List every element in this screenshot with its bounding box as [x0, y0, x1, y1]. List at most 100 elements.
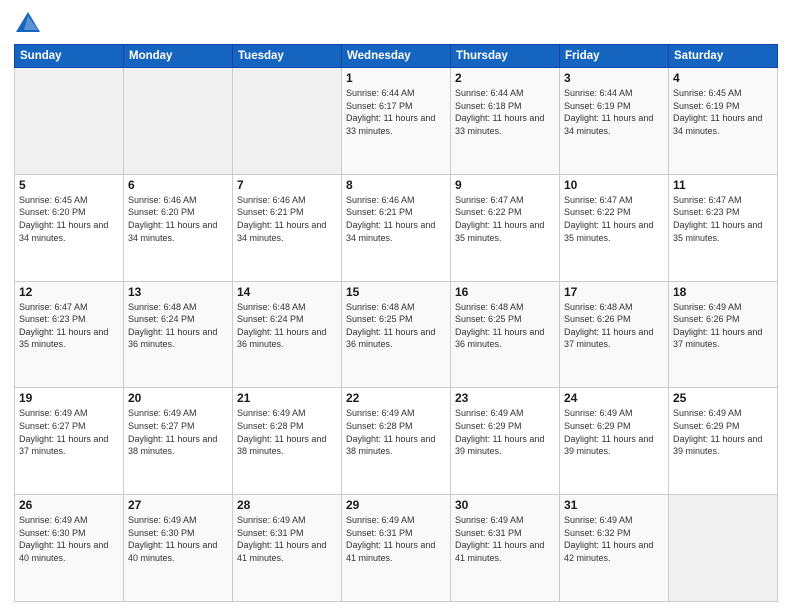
calendar-cell	[124, 68, 233, 175]
day-number: 5	[19, 178, 119, 192]
day-info: Sunrise: 6:47 AMSunset: 6:23 PMDaylight:…	[19, 301, 119, 351]
day-info: Sunrise: 6:49 AMSunset: 6:32 PMDaylight:…	[564, 514, 664, 564]
day-number: 27	[128, 498, 228, 512]
calendar-cell: 30Sunrise: 6:49 AMSunset: 6:31 PMDayligh…	[451, 495, 560, 602]
weekday-wednesday: Wednesday	[342, 45, 451, 68]
calendar-cell: 23 Sunrise: 6:49 AMSunset: 6:29 PMDayligh…	[451, 388, 560, 495]
calendar-cell: 12 Sunrise: 6:47 AMSunset: 6:23 PMDayligh…	[15, 281, 124, 388]
calendar-cell	[15, 68, 124, 175]
day-number: 14	[237, 285, 337, 299]
day-info: Sunrise: 6:47 AMSunset: 6:22 PMDaylight:…	[564, 194, 664, 244]
day-number: 12	[19, 285, 119, 299]
day-number: 31	[564, 498, 664, 512]
week-row-2: 5 Sunrise: 6:45 AMSunset: 6:20 PMDaylight…	[15, 174, 778, 281]
day-info: Sunrise: 6:49 AMSunset: 6:27 PMDaylight:…	[128, 407, 228, 457]
day-number: 13	[128, 285, 228, 299]
day-number: 21	[237, 391, 337, 405]
calendar-cell	[233, 68, 342, 175]
calendar-cell: 6 Sunrise: 6:46 AMSunset: 6:20 PMDaylight…	[124, 174, 233, 281]
day-info: Sunrise: 6:47 AMSunset: 6:23 PMDaylight:…	[673, 194, 773, 244]
calendar-cell: 27Sunrise: 6:49 AMSunset: 6:30 PMDayligh…	[124, 495, 233, 602]
week-row-5: 26 Sunrise: 6:49 AMSunset: 6:30 PMDayligh…	[15, 495, 778, 602]
calendar-cell: 22Sunrise: 6:49 AMSunset: 6:28 PMDayligh…	[342, 388, 451, 495]
weekday-thursday: Thursday	[451, 45, 560, 68]
calendar-cell: 1Sunrise: 6:44 AMSunset: 6:17 PMDaylight…	[342, 68, 451, 175]
calendar-cell: 14 Sunrise: 6:48 AMSunset: 6:24 PMDayligh…	[233, 281, 342, 388]
day-info: Sunrise: 6:44 AMSunset: 6:18 PMDaylight:…	[455, 87, 555, 137]
weekday-saturday: Saturday	[669, 45, 778, 68]
calendar: SundayMondayTuesdayWednesdayThursdayFrid…	[14, 44, 778, 602]
calendar-cell: 31 Sunrise: 6:49 AMSunset: 6:32 PMDayligh…	[560, 495, 669, 602]
calendar-cell: 11 Sunrise: 6:47 AMSunset: 6:23 PMDayligh…	[669, 174, 778, 281]
day-number: 2	[455, 71, 555, 85]
day-info: Sunrise: 6:46 AMSunset: 6:21 PMDaylight:…	[237, 194, 337, 244]
day-info: Sunrise: 6:49 AMSunset: 6:28 PMDaylight:…	[237, 407, 337, 457]
day-number: 26	[19, 498, 119, 512]
day-number: 6	[128, 178, 228, 192]
day-number: 11	[673, 178, 773, 192]
day-number: 25	[673, 391, 773, 405]
weekday-header-row: SundayMondayTuesdayWednesdayThursdayFrid…	[15, 45, 778, 68]
day-info: Sunrise: 6:49 AMSunset: 6:31 PMDaylight:…	[346, 514, 446, 564]
day-info: Sunrise: 6:48 AMSunset: 6:24 PMDaylight:…	[237, 301, 337, 351]
weekday-sunday: Sunday	[15, 45, 124, 68]
calendar-cell: 29 Sunrise: 6:49 AMSunset: 6:31 PMDayligh…	[342, 495, 451, 602]
day-number: 4	[673, 71, 773, 85]
day-info: Sunrise: 6:48 AMSunset: 6:26 PMDaylight:…	[564, 301, 664, 351]
calendar-cell: 9 Sunrise: 6:47 AMSunset: 6:22 PMDaylight…	[451, 174, 560, 281]
calendar-cell: 13 Sunrise: 6:48 AMSunset: 6:24 PMDayligh…	[124, 281, 233, 388]
day-info: Sunrise: 6:48 AMSunset: 6:24 PMDaylight:…	[128, 301, 228, 351]
calendar-cell: 18Sunrise: 6:49 AMSunset: 6:26 PMDayligh…	[669, 281, 778, 388]
day-info: Sunrise: 6:45 AMSunset: 6:19 PMDaylight:…	[673, 87, 773, 137]
day-number: 3	[564, 71, 664, 85]
day-info: Sunrise: 6:49 AMSunset: 6:28 PMDaylight:…	[346, 407, 446, 457]
day-info: Sunrise: 6:44 AMSunset: 6:19 PMDaylight:…	[564, 87, 664, 137]
calendar-cell: 5 Sunrise: 6:45 AMSunset: 6:20 PMDaylight…	[15, 174, 124, 281]
logo-icon	[14, 10, 42, 38]
day-number: 23	[455, 391, 555, 405]
day-number: 15	[346, 285, 446, 299]
day-info: Sunrise: 6:49 AMSunset: 6:27 PMDaylight:…	[19, 407, 119, 457]
day-info: Sunrise: 6:46 AMSunset: 6:21 PMDaylight:…	[346, 194, 446, 244]
day-info: Sunrise: 6:49 AMSunset: 6:30 PMDaylight:…	[19, 514, 119, 564]
calendar-cell: 28Sunrise: 6:49 AMSunset: 6:31 PMDayligh…	[233, 495, 342, 602]
day-number: 28	[237, 498, 337, 512]
day-number: 20	[128, 391, 228, 405]
calendar-cell: 3 Sunrise: 6:44 AMSunset: 6:19 PMDaylight…	[560, 68, 669, 175]
calendar-cell: 24 Sunrise: 6:49 AMSunset: 6:29 PMDayligh…	[560, 388, 669, 495]
calendar-cell	[669, 495, 778, 602]
week-row-1: 1Sunrise: 6:44 AMSunset: 6:17 PMDaylight…	[15, 68, 778, 175]
day-info: Sunrise: 6:49 AMSunset: 6:29 PMDaylight:…	[564, 407, 664, 457]
day-info: Sunrise: 6:49 AMSunset: 6:29 PMDaylight:…	[455, 407, 555, 457]
weekday-tuesday: Tuesday	[233, 45, 342, 68]
calendar-cell: 25 Sunrise: 6:49 AMSunset: 6:29 PMDayligh…	[669, 388, 778, 495]
calendar-cell: 16 Sunrise: 6:48 AMSunset: 6:25 PMDayligh…	[451, 281, 560, 388]
calendar-cell: 26 Sunrise: 6:49 AMSunset: 6:30 PMDayligh…	[15, 495, 124, 602]
day-number: 16	[455, 285, 555, 299]
day-number: 29	[346, 498, 446, 512]
weekday-monday: Monday	[124, 45, 233, 68]
calendar-cell: 17Sunrise: 6:48 AMSunset: 6:26 PMDayligh…	[560, 281, 669, 388]
calendar-cell: 4 Sunrise: 6:45 AMSunset: 6:19 PMDaylight…	[669, 68, 778, 175]
day-info: Sunrise: 6:49 AMSunset: 6:31 PMDaylight:…	[455, 514, 555, 564]
day-info: Sunrise: 6:46 AMSunset: 6:20 PMDaylight:…	[128, 194, 228, 244]
day-number: 24	[564, 391, 664, 405]
day-number: 18	[673, 285, 773, 299]
calendar-body: 1Sunrise: 6:44 AMSunset: 6:17 PMDaylight…	[15, 68, 778, 602]
day-info: Sunrise: 6:45 AMSunset: 6:20 PMDaylight:…	[19, 194, 119, 244]
day-number: 19	[19, 391, 119, 405]
calendar-cell: 7Sunrise: 6:46 AMSunset: 6:21 PMDaylight…	[233, 174, 342, 281]
day-number: 9	[455, 178, 555, 192]
day-info: Sunrise: 6:49 AMSunset: 6:29 PMDaylight:…	[673, 407, 773, 457]
week-row-3: 12 Sunrise: 6:47 AMSunset: 6:23 PMDayligh…	[15, 281, 778, 388]
page: SundayMondayTuesdayWednesdayThursdayFrid…	[0, 0, 792, 612]
day-info: Sunrise: 6:48 AMSunset: 6:25 PMDaylight:…	[455, 301, 555, 351]
calendar-cell: 2 Sunrise: 6:44 AMSunset: 6:18 PMDaylight…	[451, 68, 560, 175]
day-number: 10	[564, 178, 664, 192]
calendar-cell: 15Sunrise: 6:48 AMSunset: 6:25 PMDayligh…	[342, 281, 451, 388]
calendar-cell: 20 Sunrise: 6:49 AMSunset: 6:27 PMDayligh…	[124, 388, 233, 495]
calendar-cell: 19 Sunrise: 6:49 AMSunset: 6:27 PMDayligh…	[15, 388, 124, 495]
day-number: 1	[346, 71, 446, 85]
day-info: Sunrise: 6:47 AMSunset: 6:22 PMDaylight:…	[455, 194, 555, 244]
week-row-4: 19 Sunrise: 6:49 AMSunset: 6:27 PMDayligh…	[15, 388, 778, 495]
